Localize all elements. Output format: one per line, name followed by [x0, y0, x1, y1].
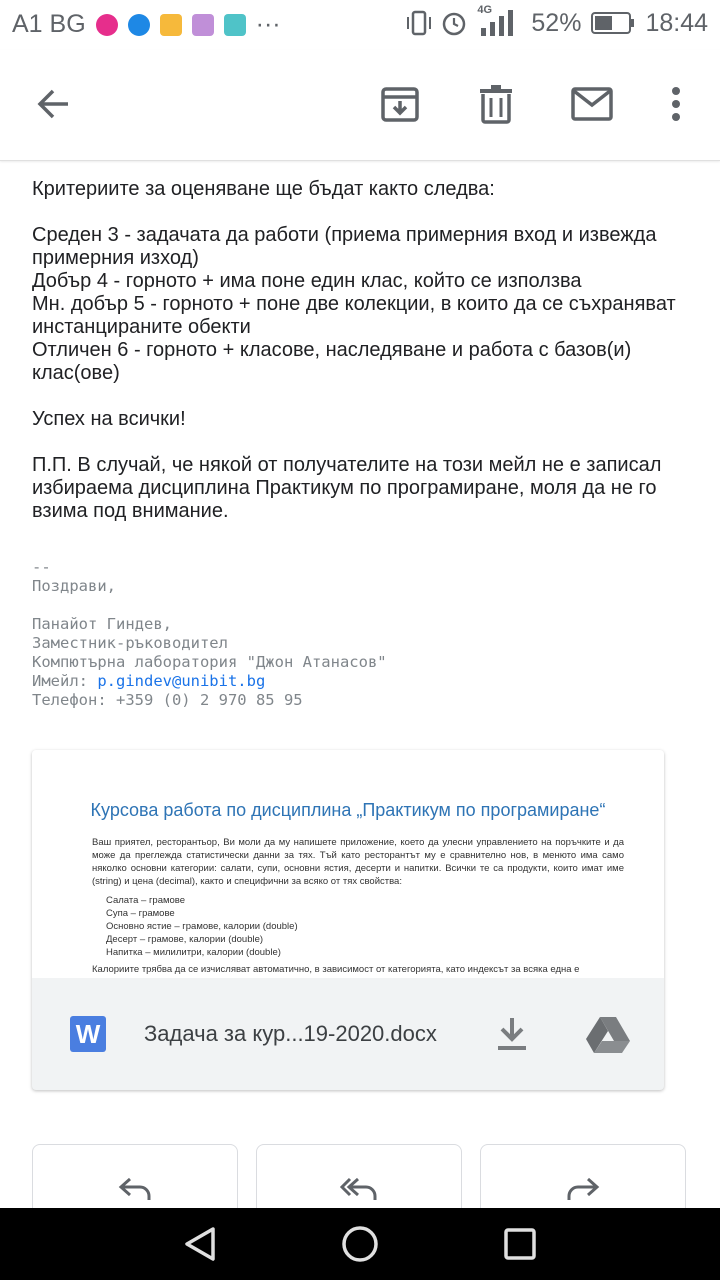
archive-button[interactable] — [374, 78, 426, 130]
preview-title: Курсова работа по дисциплина „Практикум … — [90, 800, 606, 820]
email-signature: -- Поздрави, Панайот Гиндев, Заместник-р… — [32, 558, 387, 710]
preview-list-item: Салата – грамове — [106, 895, 186, 906]
signature-greeting: Поздрави, — [32, 577, 116, 595]
reply-icon — [118, 1177, 151, 1200]
preview-text: Ваш приятел, ресторантьор, Ви моли да му… — [92, 837, 624, 887]
gallery-icon — [191, 13, 214, 36]
email-paragraph: П.П. В случай, че някой от получателите … — [32, 454, 662, 522]
download-button[interactable] — [486, 1008, 538, 1060]
carrier-label: A1 BG — [12, 10, 86, 38]
preview-list-item: Напитка – милилитри, калории (double) — [106, 947, 281, 958]
preview-list-item: Супа – грамове — [106, 908, 175, 919]
status-bar-left: A1 BG ··· — [12, 10, 281, 39]
vertical-dots-icon — [672, 87, 680, 121]
signal-icon: 4G — [477, 4, 521, 38]
triangle-back-icon — [185, 1227, 215, 1261]
signature-email-link[interactable]: p.gindev@unibit.bg — [97, 672, 265, 690]
word-document-icon: W — [70, 1016, 106, 1052]
reply-all-icon — [340, 1177, 377, 1200]
preview-list-item: Десерт – грамове, калории (double) — [106, 934, 264, 945]
save-to-drive-button[interactable] — [582, 1008, 634, 1060]
signature-separator: -- — [32, 558, 51, 576]
google-drive-icon — [586, 1017, 630, 1053]
forward-icon — [567, 1177, 600, 1200]
email-paragraph: Среден 3 - задачата да работи (приема пр… — [32, 224, 676, 384]
circle-home-icon — [342, 1226, 378, 1262]
preview-footer-text: Калориите трябва да се изчисляват автома… — [92, 964, 580, 975]
notification-app-icon — [159, 13, 182, 36]
attachment-filename[interactable]: Задача за кур...19-2020.docx — [144, 1021, 437, 1047]
signature-phone: Телефон: +359 (0) 2 970 85 95 — [32, 691, 303, 709]
attachment-bar: W Задача за кур...19-2020.docx — [32, 978, 664, 1090]
signature-lab: Компютърна лаборатория "Джон Атанасов" — [32, 653, 387, 671]
preview-list: Салата – грамове Супа – грамове Основно … — [106, 894, 624, 959]
preview-list-item: Основно ястие – грамове, калории (double… — [106, 921, 298, 932]
more-notifications-icon: ··· — [255, 10, 281, 38]
more-options-button[interactable] — [650, 78, 702, 130]
nav-back-button[interactable] — [180, 1224, 220, 1264]
nav-recents-button[interactable] — [500, 1224, 540, 1264]
back-button[interactable] — [28, 78, 80, 130]
trash-icon — [480, 85, 512, 124]
notification-app-icon — [95, 13, 118, 36]
attachment-card[interactable]: Курсова работа по дисциплина „Практикум … — [32, 750, 664, 1090]
email-paragraph: Критериите за оценяване ще бъдат както с… — [32, 178, 495, 200]
alarm-icon — [443, 12, 466, 36]
download-icon — [498, 1018, 526, 1050]
clock: 18:44 — [645, 8, 708, 37]
delete-button[interactable] — [470, 78, 522, 130]
signature-name: Панайот Гиндев, — [32, 615, 172, 633]
signature-email-label: Имейл: — [32, 672, 98, 690]
download-notification-icon — [223, 13, 246, 36]
messenger-icon — [127, 13, 150, 36]
preview-body: Ваш приятел, ресторантьор, Ви моли да му… — [92, 836, 624, 976]
arrow-left-icon — [37, 89, 68, 119]
nav-home-button[interactable] — [340, 1224, 380, 1264]
square-recents-icon — [504, 1228, 536, 1260]
email-paragraph: Успех на всички! — [32, 408, 186, 430]
signature-position: Заместник-ръководител — [32, 634, 228, 652]
network-type-label: 4G — [477, 4, 493, 16]
email-toolbar — [0, 50, 720, 161]
envelope-icon — [571, 87, 613, 121]
archive-icon — [381, 87, 419, 122]
vibrate-icon — [407, 10, 432, 36]
battery-icon — [591, 12, 635, 34]
email-body: Критериите за оценяване ще бъдат както с… — [32, 178, 692, 546]
navigation-bar — [0, 1208, 720, 1280]
status-bar: A1 BG ··· 4G 52% 18:44 — [0, 0, 720, 50]
mark-unread-button[interactable] — [566, 78, 618, 130]
battery-percent: 52% — [531, 8, 582, 37]
attachment-preview[interactable]: Курсова работа по дисциплина „Практикум … — [32, 750, 664, 978]
status-bar-right: 4G 52% 18:44 — [407, 4, 708, 38]
